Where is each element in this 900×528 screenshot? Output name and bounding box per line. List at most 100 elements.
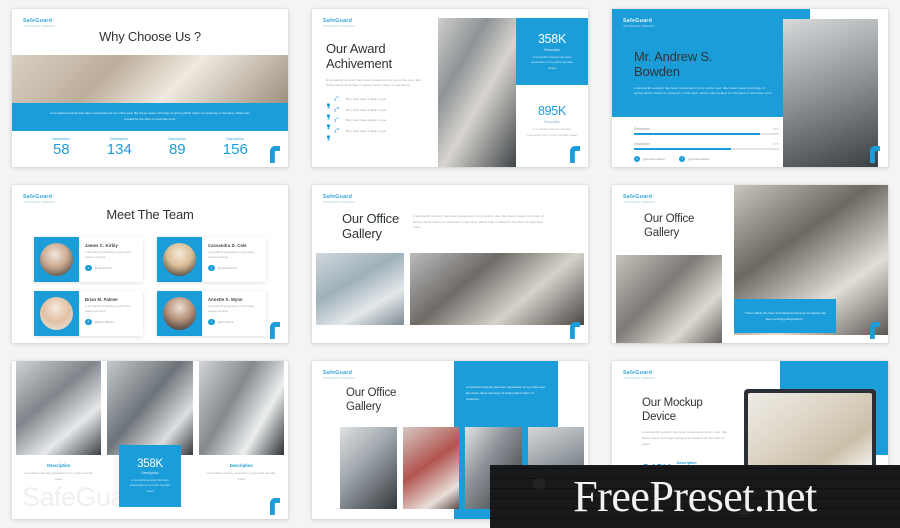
member-handle: @Annette.S <box>217 320 234 324</box>
gallery-row <box>312 253 588 325</box>
site-watermark-text: FreePreset.net <box>573 471 817 521</box>
corner-logo-mark-icon <box>267 144 282 163</box>
corner-logo-mark-icon <box>567 144 582 163</box>
stat-secondary-card: 895K Description A wonderful serenity ha… <box>516 104 588 138</box>
page-title-line2: Achivement <box>326 56 392 72</box>
corner-logo-mark-icon <box>267 496 282 515</box>
page-title-wrap: Meet The Team <box>12 207 288 222</box>
stat-value: 58 <box>52 141 70 158</box>
stat-label: Description <box>141 471 159 476</box>
slide-cell-3: SafeGuard INSURANCE COMPANY Mr. Andrew S… <box>600 0 900 176</box>
team-card[interactable]: Brian M. Palmer A wonderful possession e… <box>34 291 143 336</box>
brand-tagline: INSURANCE COMPANY <box>23 25 56 28</box>
brand-logo: SafeGuard INSURANCE COMPANY <box>623 18 655 28</box>
skill-bar: Description 67% <box>634 142 779 151</box>
slide-cell-2: SafeGuard INSURANCE COMPANY Our Award Ac… <box>300 0 600 176</box>
stat-value: 134 <box>106 141 132 158</box>
avatar <box>163 297 196 330</box>
member-social[interactable]: t @James.Kirb <box>85 264 138 272</box>
member-name: Brian M. Palmer <box>85 297 119 302</box>
member-name: James C. Kirbly <box>85 243 118 248</box>
gallery-header: Our Office Gallery A wonderful serenity … <box>342 211 582 242</box>
award-text: But i must been explain to you <box>346 107 387 112</box>
banner-text: A wonderful serenity has taken possessio… <box>50 111 250 121</box>
page-title-line2: Device <box>642 410 676 423</box>
stat-primary-card: 358K Description A wonderful serenity ha… <box>516 18 588 85</box>
award-item: 2nd But i must been explain to you <box>326 127 434 140</box>
skill-percent: 87% <box>773 127 779 131</box>
page-title-line1: Our Mockup <box>642 397 703 409</box>
award-text: But i must been explain to you <box>346 128 387 133</box>
slide-why-choose-us[interactable]: SafeGuard INSURANCE COMPANY Why Choose U… <box>12 9 288 167</box>
stat-value: 156 <box>222 141 248 158</box>
twitter-icon: t <box>208 318 215 326</box>
stat-item: Description 134 <box>107 137 132 159</box>
stat-value: 358K <box>137 458 163 471</box>
corner-logo-mark-icon <box>267 320 282 339</box>
card-label: Description <box>47 463 71 468</box>
member-name: Annette S. Wynn <box>208 297 243 302</box>
social-link[interactable]: f @Andrew.Bdwn <box>679 156 710 162</box>
member-description: A wonderful possession entire these swee… <box>208 304 255 314</box>
award-item: 1st But i must been explain to you <box>326 96 434 109</box>
award-rank: 1st <box>334 117 339 123</box>
social-link[interactable]: t @Andrew.Bdwn <box>634 156 665 162</box>
slide-gallery-stats[interactable]: SafeGuard Description A wonderful sereni… <box>12 361 288 519</box>
gallery-photo <box>340 427 397 509</box>
team-card[interactable]: Cassandra D. Cole A wonderful possession… <box>157 237 266 282</box>
member-social[interactable]: t @Annette.S <box>208 318 261 326</box>
brand-tagline: INSURANCE COMPANY <box>323 377 356 380</box>
laptop-mockup <box>744 389 876 471</box>
social-handle: @Andrew.Bdwn <box>643 157 666 161</box>
brand-name: SafeGuard <box>623 194 653 200</box>
slide-our-office-gallery-a[interactable]: SafeGuard INSURANCE COMPANY Our Office G… <box>312 185 588 343</box>
slide-thumbnail-grid: SafeGuard INSURANCE COMPANY Why Choose U… <box>0 0 900 528</box>
member-handle: @Cassandra.D <box>217 266 238 270</box>
brand-logo: SafeGuard INSURANCE COMPANY <box>323 18 355 28</box>
trophy-icon <box>326 107 331 119</box>
avatar <box>163 243 196 276</box>
brand-name: SafeGuard <box>323 18 353 24</box>
slide-cell-7: SafeGuard Description A wonderful sereni… <box>0 352 300 528</box>
brand-logo: SafeGuard INSURANCE COMPANY <box>323 194 355 204</box>
team-card[interactable]: Annette S. Wynn A wonderful possession e… <box>157 291 266 336</box>
brand-name: SafeGuard <box>323 194 353 200</box>
page-title: Meet The Team <box>106 207 194 222</box>
stat-item: Description 156 <box>223 137 248 159</box>
skill-bar: Description 87% <box>634 127 779 136</box>
member-name: Cassandra D. Cole <box>208 243 247 248</box>
brand-logo: SafeGuard INSURANCE COMPANY <box>23 194 55 204</box>
skill-label: Description <box>634 142 650 147</box>
award-rank: 2nd <box>334 127 340 134</box>
stat-description: A wonderful serenity has been possession… <box>129 478 171 493</box>
brand-name: SafeGuard <box>623 18 653 24</box>
brand-name: SafeGuard <box>23 194 53 200</box>
page-title-wrap: Our Mockup Device A wonderful serenity h… <box>642 397 742 447</box>
skill-percent: 67% <box>773 142 779 147</box>
card-label: Description <box>229 463 253 468</box>
page-title-line2: Bowden <box>634 64 680 80</box>
slide-our-award-achievement[interactable]: SafeGuard INSURANCE COMPANY Our Award Ac… <box>312 9 588 167</box>
team-card-grid: James C. Kirbly A wonderful possession e… <box>34 237 266 336</box>
brand-logo: SafeGuard INSURANCE COMPANY <box>23 18 55 28</box>
facebook-icon: f <box>85 318 92 326</box>
member-social[interactable]: f @Brian.MPalm <box>85 318 138 326</box>
award-text: But i must been explain to you <box>346 118 387 123</box>
member-social[interactable]: f @Cassandra.D <box>208 264 261 272</box>
slide-meet-the-team[interactable]: SafeGuard INSURANCE COMPANY Meet The Tea… <box>12 185 288 343</box>
twitter-icon: t <box>85 264 92 272</box>
trophy-icon <box>326 96 331 109</box>
stat-label: Description <box>544 120 560 124</box>
stat-item: Description 58 <box>52 137 70 159</box>
slide-profile-andrew-bowden[interactable]: SafeGuard INSURANCE COMPANY Mr. Andrew S… <box>612 9 888 167</box>
card-description: A wonderful serenity possession of my en… <box>207 471 276 481</box>
brand-tagline: INSURANCE COMPANY <box>623 25 656 28</box>
slide-our-office-gallery-b[interactable]: SafeGuard INSURANCE COMPANY Our Office G… <box>612 185 888 343</box>
description-card: Description A wonderful serenity possess… <box>198 455 284 483</box>
slide-cell-6: SafeGuard INSURANCE COMPANY Our Office G… <box>600 176 900 352</box>
skill-label: Description <box>634 127 650 131</box>
card-description: A wonderful serenity possession of my en… <box>24 471 93 481</box>
team-card[interactable]: James C. Kirbly A wonderful possession e… <box>34 237 143 282</box>
page-title-line1: Mr. Andrew S. <box>634 49 713 64</box>
page-title-line2: Gallery <box>346 400 382 413</box>
